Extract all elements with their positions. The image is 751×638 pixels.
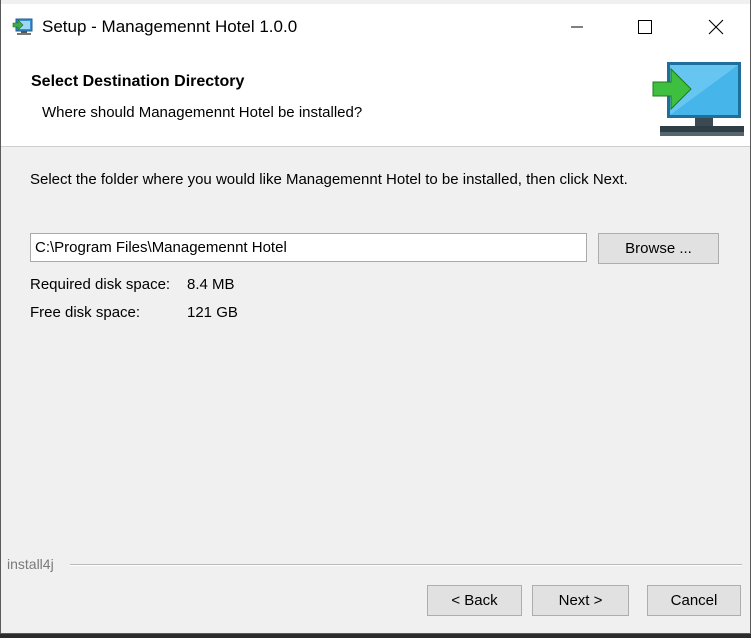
- next-button[interactable]: Next >: [532, 585, 629, 616]
- page-subtitle: Where should Managemennt Hotel be instal…: [42, 104, 363, 121]
- window-title: Setup - Managemennt Hotel 1.0.0: [42, 17, 298, 36]
- maximize-button[interactable]: [622, 4, 668, 50]
- destination-path-input[interactable]: C:\Program Files\Managemennt Hotel: [30, 233, 587, 262]
- wizard-header: Select Destination Directory Where shoul…: [1, 50, 750, 147]
- maximize-icon: [638, 20, 652, 34]
- browse-button[interactable]: Browse ...: [598, 233, 719, 264]
- footer-divider: [70, 564, 742, 566]
- page-title: Select Destination Directory: [31, 73, 245, 90]
- close-icon: [708, 19, 724, 35]
- installer-app-icon: [12, 18, 33, 35]
- setup-window: Setup - Managemennt Hotel 1.0.0 Select D…: [0, 0, 751, 634]
- minimize-icon: [571, 26, 583, 28]
- brand-label: install4j: [7, 556, 54, 572]
- required-space-label: Required disk space:: [30, 276, 171, 293]
- title-bar[interactable]: Setup - Managemennt Hotel 1.0.0: [1, 4, 750, 50]
- back-button[interactable]: < Back: [427, 585, 522, 616]
- instruction-text: Select the folder where you would like M…: [30, 171, 628, 188]
- minimize-button[interactable]: [554, 4, 600, 50]
- install-monitor-icon: [652, 62, 744, 136]
- free-space-label: Free disk space:: [30, 304, 141, 321]
- required-space-value: 8.4 MB: [187, 276, 235, 293]
- close-button[interactable]: [693, 4, 739, 50]
- free-space-value: 121 GB: [187, 304, 238, 321]
- cancel-button[interactable]: Cancel: [647, 585, 741, 616]
